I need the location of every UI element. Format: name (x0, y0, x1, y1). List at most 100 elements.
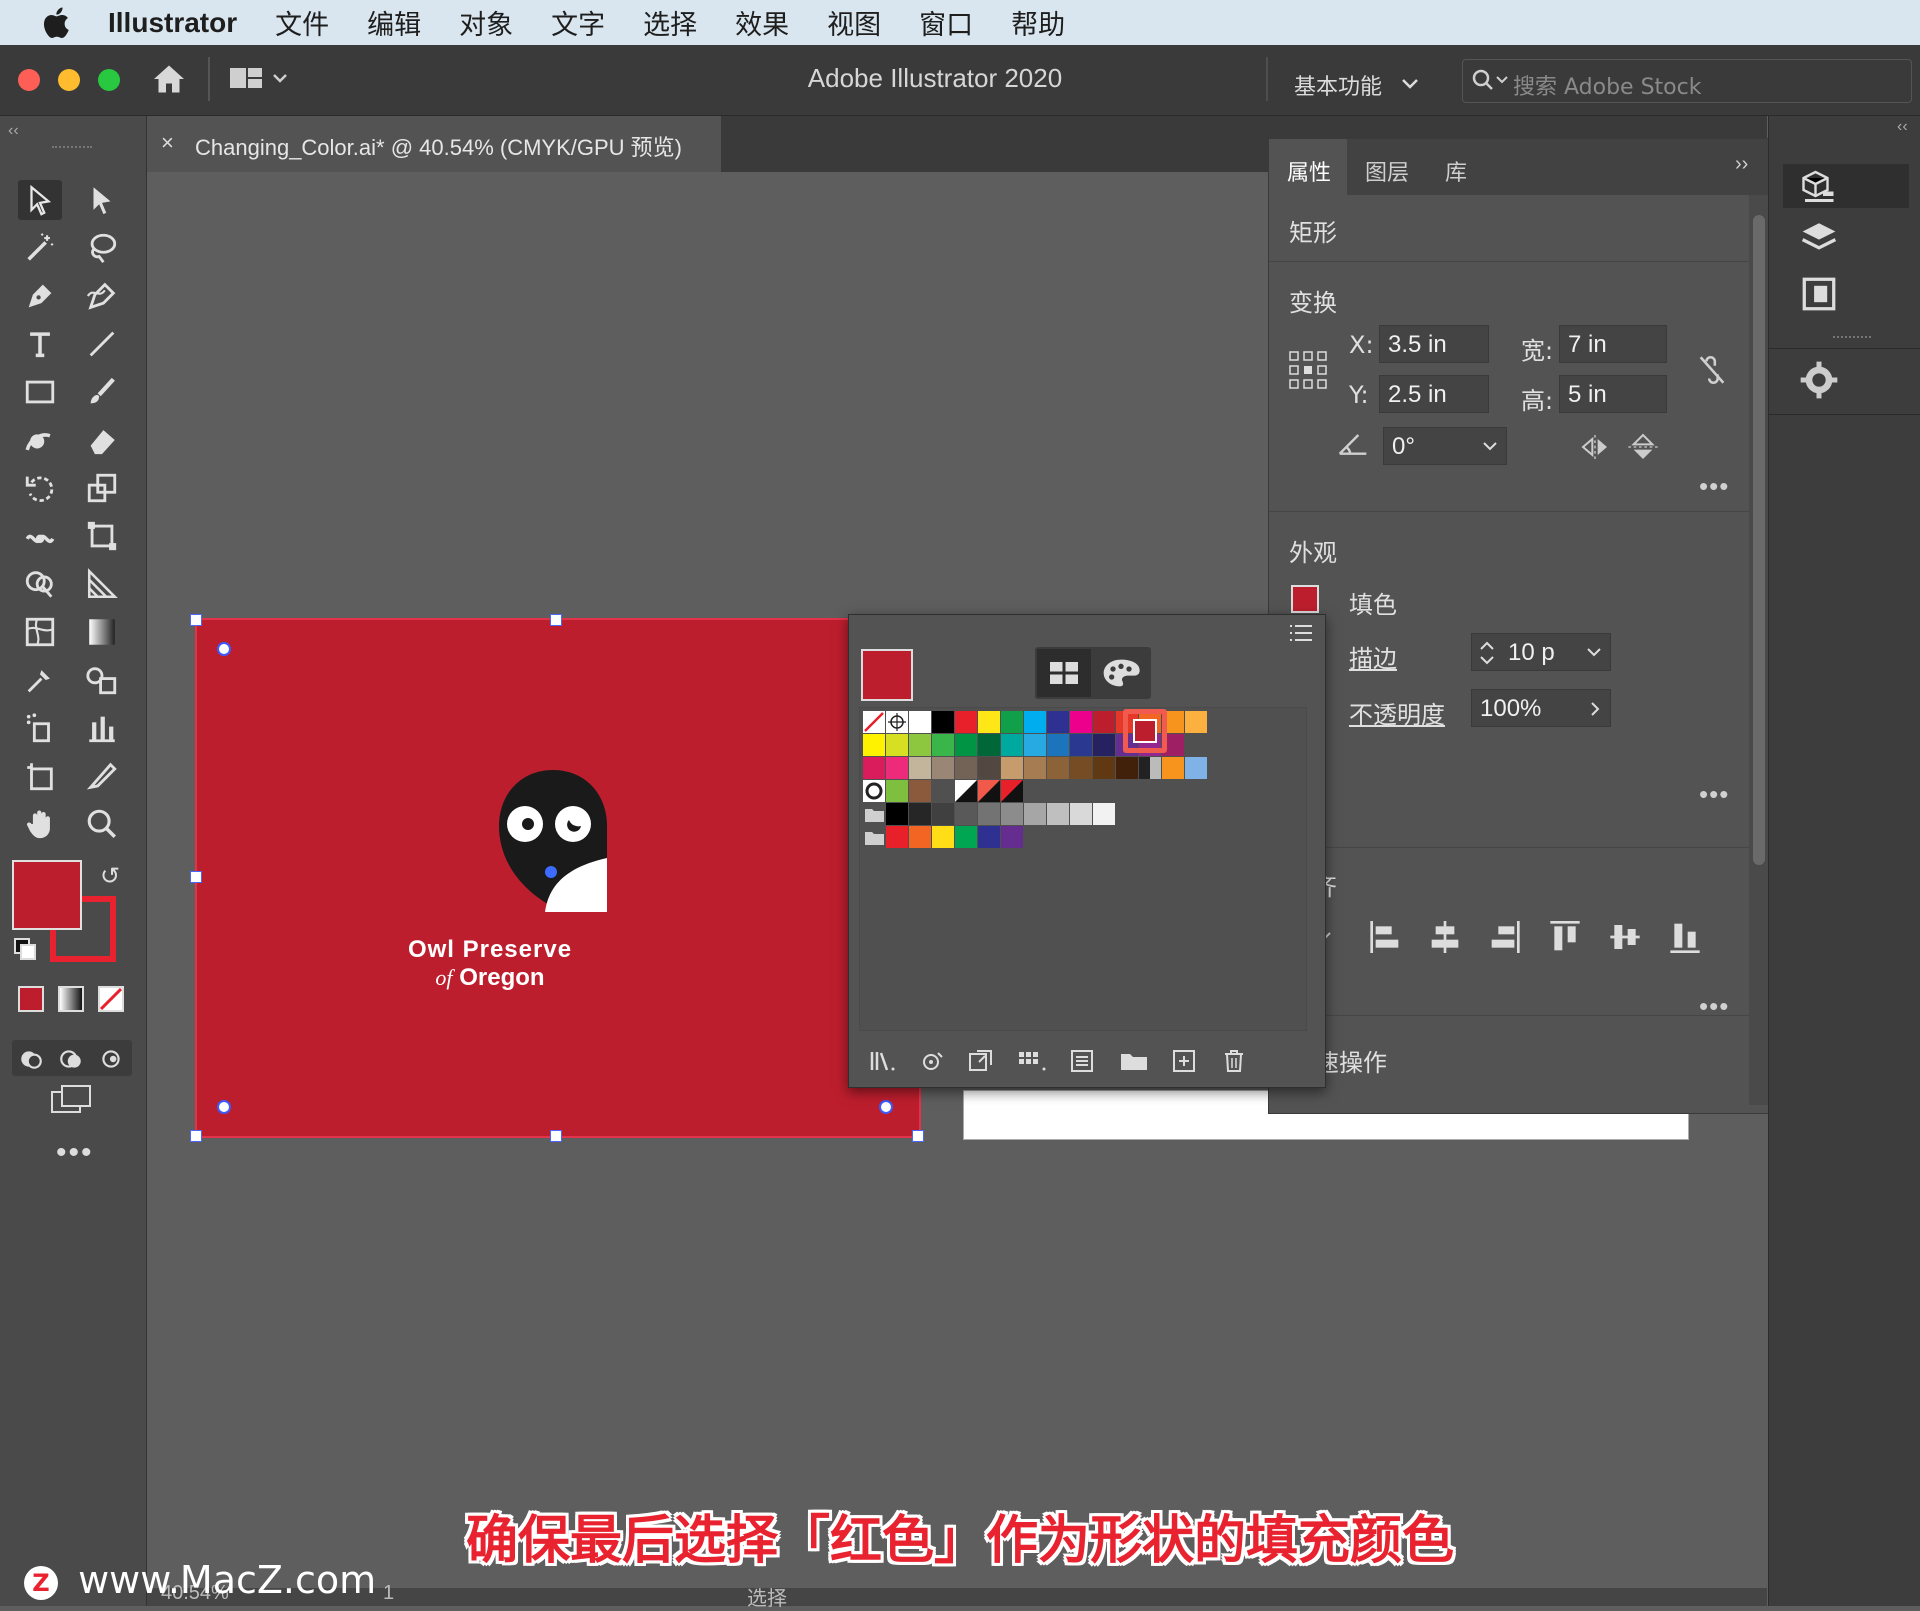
color-guide-icon[interactable] (1799, 360, 1839, 400)
libraries-icon[interactable] (1799, 276, 1839, 312)
apple-icon[interactable] (40, 5, 76, 41)
swatch[interactable] (886, 711, 908, 733)
color-palette-icon[interactable] (1101, 657, 1141, 689)
swatch[interactable] (955, 734, 977, 756)
swatch[interactable] (955, 757, 977, 779)
panel-menu-icon[interactable] (1289, 623, 1313, 643)
swatch[interactable] (978, 711, 1000, 733)
swatch[interactable] (909, 711, 931, 733)
swatch[interactable] (1185, 711, 1207, 733)
menubar-app-name[interactable]: Illustrator (108, 7, 237, 39)
height-input[interactable]: 5 in (1559, 375, 1667, 413)
align-left-icon[interactable] (1369, 919, 1401, 955)
swatch[interactable] (978, 757, 1000, 779)
swatch[interactable] (863, 734, 885, 756)
swatch[interactable] (955, 711, 977, 733)
align-bottom-icon[interactable] (1669, 919, 1701, 955)
swatch[interactable] (932, 757, 954, 779)
paintbrush-tool-icon[interactable] (80, 372, 124, 412)
color-mode-icon[interactable] (18, 986, 44, 1012)
x-input[interactable]: 3.5 in (1379, 325, 1489, 363)
curvature-tool-icon[interactable] (80, 276, 124, 316)
rectangle-tool-icon[interactable] (18, 372, 62, 412)
magic-wand-tool-icon[interactable] (18, 228, 62, 268)
gradient-tool-icon[interactable] (80, 612, 124, 652)
scale-tool-icon[interactable] (80, 468, 124, 508)
edit-color-group-icon[interactable] (1069, 1049, 1095, 1073)
swatch[interactable] (978, 803, 1000, 825)
workspace-switcher[interactable]: 基本功能 (1268, 64, 1428, 104)
opacity-input[interactable]: 100% (1471, 689, 1611, 727)
swatch[interactable] (886, 780, 908, 802)
zoom-tool-icon[interactable] (80, 804, 124, 844)
eyedropper-tool-icon[interactable] (18, 660, 62, 700)
scrollbar-thumb[interactable] (1753, 215, 1765, 865)
swatch[interactable] (978, 734, 1000, 756)
align-top-icon[interactable] (1549, 919, 1581, 955)
swatch[interactable] (932, 826, 954, 848)
swatch[interactable] (1116, 757, 1138, 779)
constrain-proportions-icon[interactable] (1695, 353, 1729, 387)
direct-selection-tool-icon[interactable] (80, 180, 124, 220)
stepper-icon[interactable] (1478, 638, 1496, 668)
selected-red-swatch[interactable] (1133, 719, 1157, 743)
new-swatch-icon[interactable] (1171, 1049, 1197, 1073)
opacity-label[interactable]: 不透明度 (1349, 695, 1445, 730)
swatch[interactable] (1070, 734, 1092, 756)
menu-view[interactable]: 视图 (827, 3, 881, 42)
color-group-folder-icon[interactable] (865, 809, 884, 822)
swatch[interactable] (1024, 734, 1046, 756)
swatch-libraries-icon[interactable] (869, 1049, 899, 1073)
flip-vertical-icon[interactable] (1627, 433, 1659, 461)
change-screen-mode-icon[interactable] (48, 1082, 96, 1118)
fill-color-box[interactable] (12, 860, 82, 930)
swatch[interactable] (909, 757, 931, 779)
swatch[interactable] (1047, 757, 1069, 779)
fill-swatch-button[interactable] (1291, 585, 1319, 613)
swatch[interactable] (1001, 826, 1023, 848)
swatch[interactable] (1001, 780, 1023, 802)
swatch[interactable] (909, 780, 931, 802)
swatches-view-button[interactable] (1037, 649, 1091, 697)
artboard-tool-icon[interactable] (18, 756, 62, 796)
corner-widget[interactable] (217, 1100, 231, 1114)
corner-widget[interactable] (879, 1100, 893, 1114)
menu-help[interactable]: 帮助 (1011, 3, 1065, 42)
align-horizontal-center-icon[interactable] (1429, 919, 1461, 955)
slice-tool-icon[interactable] (80, 756, 124, 796)
bounding-handle[interactable] (912, 1130, 924, 1142)
swatch[interactable] (886, 757, 908, 779)
swatch[interactable] (909, 734, 931, 756)
width-tool-icon[interactable] (18, 516, 62, 556)
swap-fill-stroke-icon[interactable]: ↺ (100, 862, 120, 891)
swatch[interactable] (1162, 757, 1184, 779)
gradient-mode-icon[interactable] (58, 986, 84, 1012)
swatch[interactable] (1093, 757, 1115, 779)
swatch[interactable] (886, 803, 908, 825)
collapse-dock-icon[interactable]: ‹‹ (1897, 118, 1908, 136)
swatch[interactable] (886, 734, 908, 756)
swatch[interactable] (1139, 757, 1161, 779)
swatch[interactable] (1001, 757, 1023, 779)
swatch[interactable] (978, 780, 1000, 802)
draw-behind-icon[interactable] (58, 1046, 84, 1072)
collapse-toolbar-icon[interactable]: ‹‹ (8, 122, 19, 140)
column-graph-tool-icon[interactable] (80, 708, 124, 748)
draw-normal-icon[interactable] (18, 1046, 44, 1072)
bounding-handle[interactable] (190, 1130, 202, 1142)
rotate-tool-icon[interactable] (18, 468, 62, 508)
swatch[interactable] (1001, 803, 1023, 825)
artboard-number[interactable]: 1 (383, 1582, 394, 1605)
perspective-grid-tool-icon[interactable] (80, 564, 124, 604)
swatch[interactable] (1185, 757, 1207, 779)
swatch[interactable] (1047, 734, 1069, 756)
more-appearance-options-icon[interactable]: ••• (1699, 779, 1729, 810)
swatch[interactable] (909, 826, 931, 848)
menu-select[interactable]: 选择 (643, 3, 697, 42)
menu-type[interactable]: 文字 (551, 3, 605, 42)
swatch[interactable] (1093, 734, 1115, 756)
swatch[interactable] (1001, 734, 1023, 756)
flip-horizontal-icon[interactable] (1579, 433, 1611, 461)
y-input[interactable]: 2.5 in (1379, 375, 1489, 413)
swatch[interactable] (1047, 711, 1069, 733)
